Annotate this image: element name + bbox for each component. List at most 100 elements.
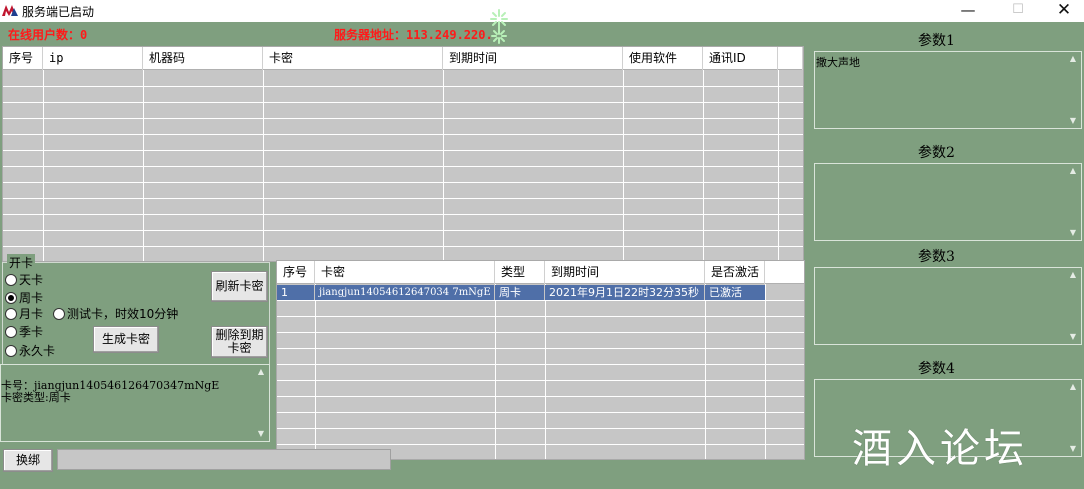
column-header-index[interactable]: 序号 xyxy=(277,261,315,284)
table-header: 序号 ip 机器码 卡密 到期时间 使用软件 通讯ID xyxy=(3,47,803,70)
card-info-textarea[interactable]: 卡号：jiangjun140546126470347mNgE 卡密类型:周卡 ▲… xyxy=(0,364,270,442)
column-divider xyxy=(703,47,704,261)
scroll-up-arrow-icon[interactable]: ▲ xyxy=(253,365,269,379)
param3-textarea[interactable]: ▲ ▼ xyxy=(814,267,1082,345)
param1-value: 撒大声地 xyxy=(816,56,860,69)
rebind-button[interactable]: 换绑 xyxy=(3,449,53,472)
param3-label: 参数3 xyxy=(918,249,955,265)
app-logo-icon xyxy=(2,5,18,16)
scroll-down-arrow-icon[interactable]: ▼ xyxy=(1065,330,1081,344)
row-divider xyxy=(3,102,803,103)
radio-season-card[interactable]: 季卡 xyxy=(5,323,43,340)
param1-textarea[interactable]: 撒大声地 ▲ ▼ xyxy=(814,51,1082,129)
row-divider xyxy=(3,198,803,199)
row-divider xyxy=(3,214,803,215)
button-label-line2: 卡密 xyxy=(227,341,252,355)
rebind-input[interactable] xyxy=(57,449,391,470)
title-bar: 服务端已启动 — ☐ ✕ xyxy=(0,0,1084,22)
row-divider xyxy=(277,396,804,397)
loading-spinner-icon xyxy=(490,9,508,44)
column-header-index[interactable]: 序号 xyxy=(3,47,43,70)
column-header-expiry[interactable]: 到期时间 xyxy=(443,47,623,70)
row-divider xyxy=(3,150,803,151)
column-header-card-key[interactable]: 卡密 xyxy=(315,261,495,284)
cell-type: 周卡 xyxy=(495,285,545,300)
scroll-up-arrow-icon[interactable]: ▲ xyxy=(1065,52,1081,66)
column-divider xyxy=(263,47,264,261)
row-divider xyxy=(277,412,804,413)
scroll-up-arrow-icon[interactable]: ▲ xyxy=(1065,164,1081,178)
radio-trial-card[interactable]: 测试卡，时效10分钟 xyxy=(53,305,178,322)
row-divider xyxy=(3,86,803,87)
table-row[interactable]: 1 jiangjun14054612647034 7mNgE 周卡 2021年9… xyxy=(277,285,765,300)
vertical-scrollbar[interactable]: ▲ ▼ xyxy=(1065,380,1081,456)
radio-day-card[interactable]: 天卡 xyxy=(5,271,43,288)
row-divider xyxy=(3,134,803,135)
column-header-activated[interactable]: 是否激活 xyxy=(705,261,765,284)
column-divider xyxy=(443,47,444,261)
vertical-scrollbar[interactable]: ▲ ▼ xyxy=(1065,52,1081,128)
vertical-scrollbar[interactable]: ▲ ▼ xyxy=(253,365,269,441)
vertical-scrollbar[interactable]: ▲ ▼ xyxy=(1065,164,1081,240)
radio-circle-icon xyxy=(5,274,17,286)
column-divider xyxy=(765,261,766,459)
radio-label: 测试卡，时效10分钟 xyxy=(67,307,179,321)
row-divider xyxy=(277,380,804,381)
cell-expiry: 2021年9月1日22时32分35秒 xyxy=(545,285,705,300)
column-divider xyxy=(43,47,44,261)
column-header-expiry[interactable]: 到期时间 xyxy=(545,261,705,284)
delete-expired-card-button[interactable]: 删除到期 卡密 xyxy=(211,326,268,358)
radio-label: 月卡 xyxy=(19,307,44,321)
radio-permanent-card[interactable]: 永久卡 xyxy=(5,342,55,359)
column-divider xyxy=(623,47,624,261)
radio-label: 周卡 xyxy=(19,291,44,305)
column-header-comm-id[interactable]: 通讯ID xyxy=(703,47,778,70)
param2-textarea[interactable]: ▲ ▼ xyxy=(814,163,1082,241)
online-users-label: 在线用户数：0 xyxy=(8,28,88,42)
window-title: 服务端已启动 xyxy=(22,5,95,19)
generate-card-button[interactable]: 生成卡密 xyxy=(93,326,159,353)
table-header: 序号 卡密 类型 到期时间 是否激活 xyxy=(277,261,804,284)
radio-circle-icon xyxy=(5,308,17,320)
close-button[interactable]: ✕ xyxy=(1041,0,1084,22)
maximize-button[interactable]: ☐ xyxy=(995,0,1041,22)
column-header-card-key[interactable]: 卡密 xyxy=(263,47,443,70)
scroll-down-arrow-icon[interactable]: ▼ xyxy=(1065,114,1081,128)
card-type-line: 卡密类型:周卡 xyxy=(1,391,71,404)
main-panel: 在线用户数：0 服务器地址：113.249.220. 序号 ip 机器码 卡密 … xyxy=(0,9,1084,489)
scroll-up-arrow-icon[interactable]: ▲ xyxy=(1065,380,1081,394)
vertical-scrollbar[interactable]: ▲ ▼ xyxy=(1065,268,1081,344)
row-divider xyxy=(277,316,804,317)
row-divider xyxy=(3,182,803,183)
row-divider xyxy=(277,332,804,333)
scroll-down-arrow-icon[interactable]: ▼ xyxy=(1065,442,1081,456)
cell-activated: 已激活 xyxy=(709,286,742,299)
radio-week-card[interactable]: 周卡 xyxy=(5,289,43,306)
scroll-down-arrow-icon[interactable]: ▼ xyxy=(1065,226,1081,240)
column-header-ip[interactable]: ip xyxy=(43,47,143,70)
online-user-table[interactable]: 序号 ip 机器码 卡密 到期时间 使用软件 通讯ID xyxy=(2,46,804,262)
server-address-label: 服务器地址：113.249.220. xyxy=(334,28,493,42)
param1-label: 参数1 xyxy=(918,33,955,49)
column-header-software[interactable]: 使用软件 xyxy=(623,47,703,70)
param4-label: 参数4 xyxy=(918,361,955,377)
radio-month-card[interactable]: 月卡 xyxy=(5,305,43,322)
column-header-machine-code[interactable]: 机器码 xyxy=(143,47,263,70)
radio-label: 永久卡 xyxy=(19,344,56,358)
cell-index: 1 xyxy=(277,285,315,300)
scroll-down-arrow-icon[interactable]: ▼ xyxy=(253,427,269,441)
row-divider xyxy=(3,166,803,167)
row-divider xyxy=(3,118,803,119)
column-divider xyxy=(143,47,144,261)
card-key-table[interactable]: 序号 卡密 类型 到期时间 是否激活 1 jiangjun14054612647… xyxy=(276,260,805,460)
radio-circle-icon xyxy=(5,345,17,357)
radio-label: 季卡 xyxy=(19,325,44,339)
minimize-button[interactable]: — xyxy=(945,0,991,22)
cell-card-key: jiangjun14054612647034 7mNgE xyxy=(315,285,495,300)
row-divider xyxy=(277,364,804,365)
watermark-text: 酒入论坛 xyxy=(852,426,1028,472)
refresh-card-button[interactable]: 刷新卡密 xyxy=(211,271,268,302)
column-header-type[interactable]: 类型 xyxy=(495,261,545,284)
radio-selected-icon xyxy=(5,292,17,304)
scroll-up-arrow-icon[interactable]: ▲ xyxy=(1065,268,1081,282)
